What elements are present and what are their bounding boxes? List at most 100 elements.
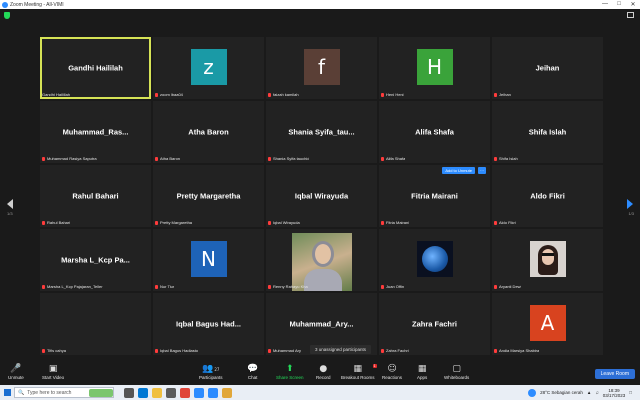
participant-label: faizah kamilah [268, 92, 299, 97]
microphone-muted-icon [155, 284, 158, 289]
microphone-muted-icon [42, 220, 45, 225]
chrome-icon[interactable] [180, 387, 190, 398]
page-indicator-left: 1/3 [7, 211, 13, 216]
zoom-taskbar-icon[interactable] [194, 387, 204, 398]
participant-tile[interactable]: Aryanti Dewi [492, 229, 603, 291]
unassigned-participants-toast[interactable]: 3 unassigned participants [310, 345, 372, 354]
participant-tile[interactable]: Zahra Fachri Zahra Fachri [379, 293, 490, 355]
participant-name-label: Marsha L_Kcp Pajajaran_Teller [47, 284, 103, 289]
participant-label: Shifa Islah [494, 156, 518, 161]
participant-label: Muhammad Rasiya Saputra [42, 156, 97, 161]
participant-tile[interactable]: A Andia Marsiya Shabira [492, 293, 603, 355]
security-shield-icon[interactable] [4, 12, 10, 19]
microphone-muted-icon [268, 284, 271, 289]
participant-name-label: Rahul Bahari [47, 220, 71, 225]
whiteboards-button[interactable]: ▢ Whiteboards [444, 363, 469, 380]
unmute-button[interactable]: 🎤 Unmute [8, 363, 24, 380]
participant-tile[interactable]: Muhammad_Ras... Muhammad Rasiya Saputra [40, 101, 151, 163]
network-icon[interactable]: ▲ [587, 390, 591, 395]
participant-name-label: Aryanti Dewi [499, 284, 522, 289]
weather-text[interactable]: 28°C Sebagian cerah [540, 390, 583, 395]
store-icon[interactable] [166, 387, 176, 398]
chrome-profile-icon[interactable] [222, 387, 232, 398]
participant-name-label: Nur Tiur [160, 284, 175, 289]
participant-label: Jeihan [494, 92, 511, 97]
participant-tile[interactable]: Iqbal Wirayuda Iqbal Wirayuda [266, 165, 377, 227]
breakout-rooms-button[interactable]: ▦ Breakout Rooms 1 [341, 363, 377, 380]
more-options-button[interactable]: ··· [478, 167, 486, 174]
gallery-grid: Gandhi Haililah Gandhi Hailillah z zoom lba… [40, 37, 603, 355]
participant-tile[interactable]: Rahul Bahari Rahul Bahari [40, 165, 151, 227]
file-explorer-icon[interactable] [152, 387, 162, 398]
participant-label: Andia Marsiya Shabira [494, 348, 539, 353]
participant-avatar: H [416, 49, 453, 85]
record-button[interactable]: ● Record [316, 363, 331, 380]
participant-label: Muhammad Ary [268, 348, 301, 353]
participant-tile[interactable]: Gandhi Haililah Gandhi Hailillah [40, 37, 151, 99]
start-video-button[interactable]: ▣ Start Video [42, 363, 64, 380]
leave-room-button[interactable]: Leave Room [594, 369, 635, 379]
participant-display-name: Alifa Shafa [415, 127, 454, 137]
gallery-view-icon[interactable] [627, 12, 634, 18]
participant-tile[interactable]: Alifa Shafa Alifa Shafa [379, 101, 490, 163]
participant-avatar: z [190, 49, 227, 85]
participant-display-name: Aldo Fikri [530, 191, 565, 201]
participant-label: Juan Offin [381, 284, 404, 289]
participant-tile[interactable]: Marsha L_Kcp Pa... Marsha L_Kcp Pajajaran… [40, 229, 151, 291]
participant-label: Iqbal Bagus Hadiasto [155, 348, 198, 353]
chat-button[interactable]: 💬 Chat [247, 363, 258, 380]
participant-video [291, 233, 352, 291]
participant-tile[interactable]: N Nur Tiur [153, 229, 264, 291]
participant-tile[interactable]: Aldo Fikri Aldo Fikri [492, 165, 603, 227]
record-icon: ● [319, 364, 328, 374]
video-off-icon: ▣ [48, 364, 58, 374]
edge-icon[interactable] [138, 387, 148, 398]
participant-tile[interactable]: Iqbal Bagus Had... Iqbal Bagus Hadiasto [153, 293, 264, 355]
microphone-muted-icon [494, 348, 497, 353]
participant-tile[interactable]: f faizah kamilah [266, 37, 377, 99]
participant-tile[interactable]: Shifa Islah Shifa Islah [492, 101, 603, 163]
participant-tile[interactable]: Jeihan Jeihan [492, 37, 603, 99]
close-button[interactable]: ✕ [626, 1, 640, 8]
participant-tile[interactable]: Tifis cahya [40, 293, 151, 355]
ask-to-unmute-button[interactable]: Add to Unmute [442, 167, 475, 174]
microphone-muted-icon [381, 220, 384, 225]
participant-display-name: Shifa Islah [528, 127, 567, 137]
task-view-icon[interactable] [124, 387, 134, 398]
participant-tile[interactable]: Juan Offin [379, 229, 490, 291]
participants-button[interactable]: 👥 27 Participants [199, 363, 223, 380]
participant-avatar [416, 241, 453, 277]
taskbar-search[interactable]: 🔍 Type here to search [14, 387, 114, 398]
zoom-meeting-taskbar-icon[interactable] [208, 387, 218, 398]
reactions-button[interactable]: ☺ Reactions [382, 363, 402, 380]
microphone-muted-icon [381, 348, 384, 353]
previous-page-arrow-icon[interactable] [7, 199, 13, 209]
participant-name-label: Shania Syifa tauchid [273, 156, 310, 161]
participant-tile[interactable]: Shania Syifa_tau... Shania Syifa tauchid [266, 101, 377, 163]
participant-tile[interactable]: Atha Baron Atha Baron [153, 101, 264, 163]
windows-logo-icon [3, 389, 11, 396]
microphone-muted-icon [268, 92, 271, 97]
participant-tile[interactable]: z zoom lbaa04 [153, 37, 264, 99]
volume-icon[interactable]: ♫ [595, 390, 598, 395]
weather-icon[interactable] [528, 388, 537, 397]
participant-label: Atha Baron [155, 156, 180, 161]
next-page-arrow-icon[interactable] [627, 199, 633, 209]
microphone-muted-icon [155, 220, 158, 225]
maximize-button[interactable]: □ [612, 1, 626, 8]
participant-tile[interactable]: H Heni Heni [379, 37, 490, 99]
participant-tile[interactable]: Pretty Margaretha Pretty Margaretha [153, 165, 264, 227]
notifications-icon[interactable]: □ [629, 390, 632, 395]
participant-name-label: Alifa Shafa [386, 156, 406, 161]
participant-tile[interactable]: Fitria Mairani Fitria Mairani Add to Unmut… [379, 165, 490, 227]
search-highlight-image [89, 388, 113, 397]
participant-label: Aldo Fikri [494, 220, 516, 225]
share-screen-button[interactable]: ⬆ Share Screen [276, 363, 304, 380]
participant-tile[interactable]: Renny Rahayu Kha [266, 229, 377, 291]
minimize-button[interactable]: — [598, 1, 612, 8]
clock[interactable]: 18:39 03/17/2023 [603, 388, 626, 398]
apps-button[interactable]: ▦ Apps [417, 363, 427, 380]
participant-label: Nur Tiur [155, 284, 174, 289]
start-button[interactable] [0, 385, 14, 400]
microphone-muted-icon [155, 156, 158, 161]
